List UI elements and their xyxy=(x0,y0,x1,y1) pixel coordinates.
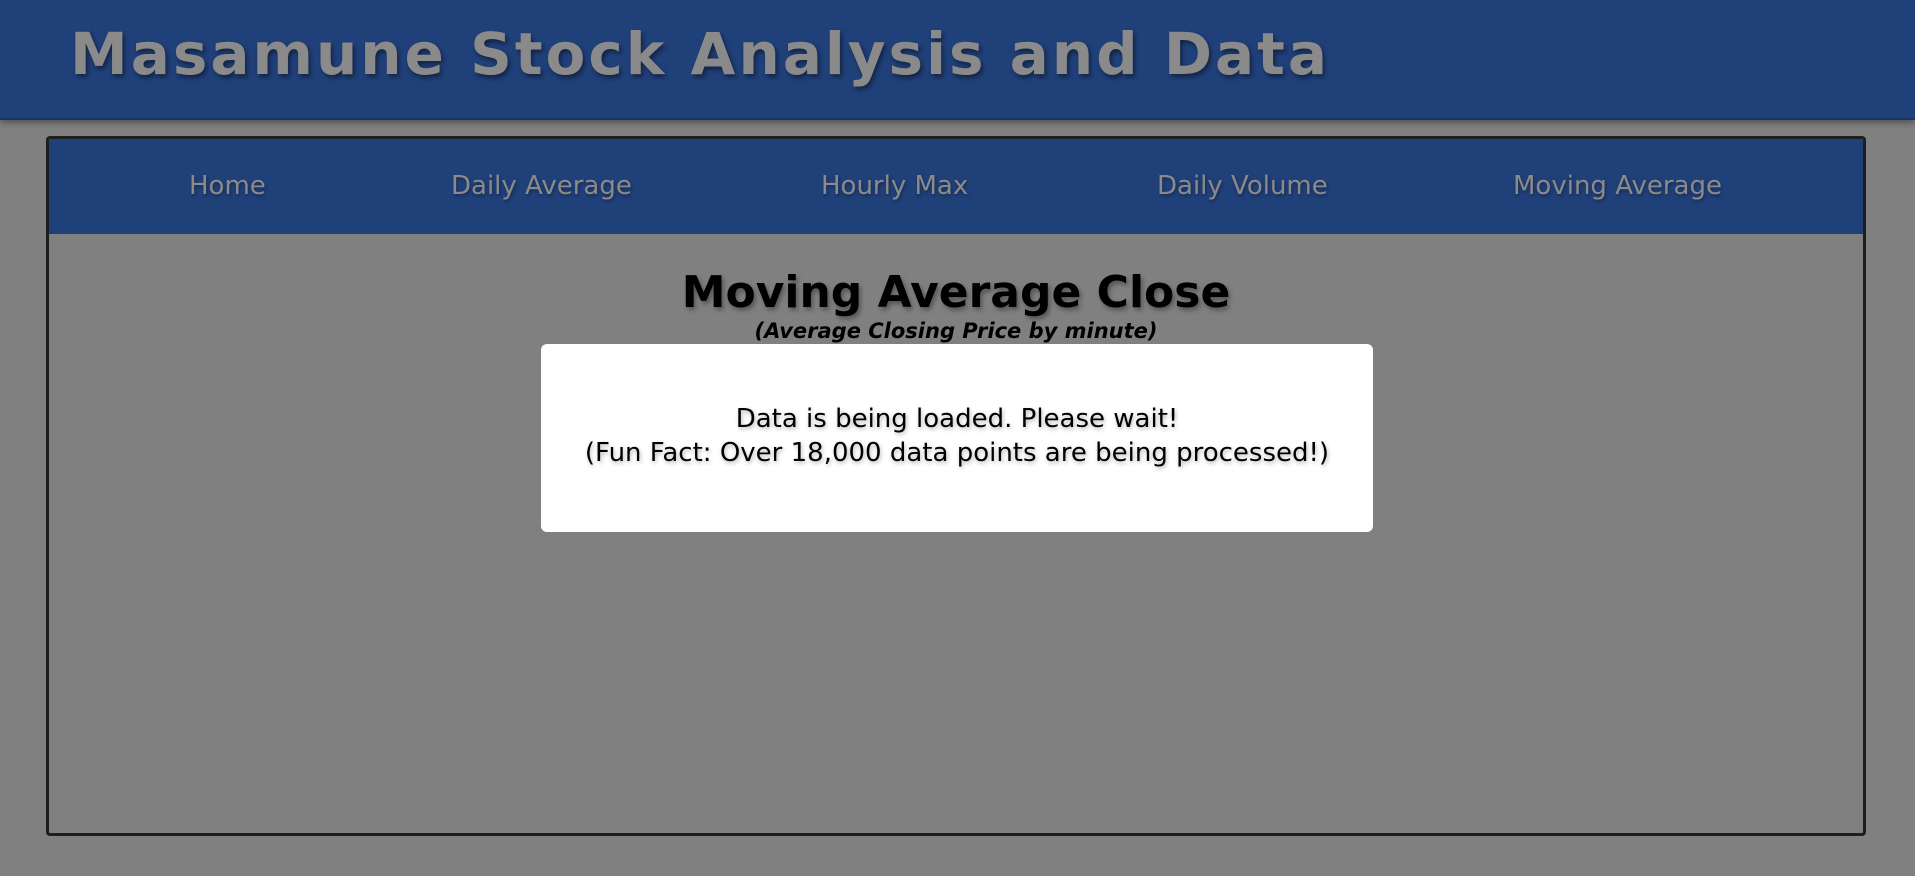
page-title: Moving Average Close xyxy=(681,267,1231,318)
nav-item-moving-average[interactable]: Moving Average xyxy=(1513,171,1722,201)
nav-item-daily-volume[interactable]: Daily Volume xyxy=(1157,171,1328,201)
nav-item-home[interactable]: Home xyxy=(189,171,266,201)
page-subtitle: (Average Closing Price by minute) xyxy=(754,319,1158,343)
nav-item-hourly-max[interactable]: Hourly Max xyxy=(821,171,968,201)
nav-item-daily-average[interactable]: Daily Average xyxy=(451,171,632,201)
site-header: Masamune Stock Analysis and Data xyxy=(0,0,1915,120)
fun-fact-message: (Fun Fact: Over 18,000 data points are b… xyxy=(584,438,1330,468)
loading-modal: Data is being loaded. Please wait! (Fun … xyxy=(541,344,1373,532)
nav-bar: Home Daily Average Hourly Max Daily Volu… xyxy=(49,139,1863,234)
loading-message: Data is being loaded. Please wait! xyxy=(735,404,1179,434)
site-title: Masamune Stock Analysis and Data xyxy=(70,20,1330,88)
